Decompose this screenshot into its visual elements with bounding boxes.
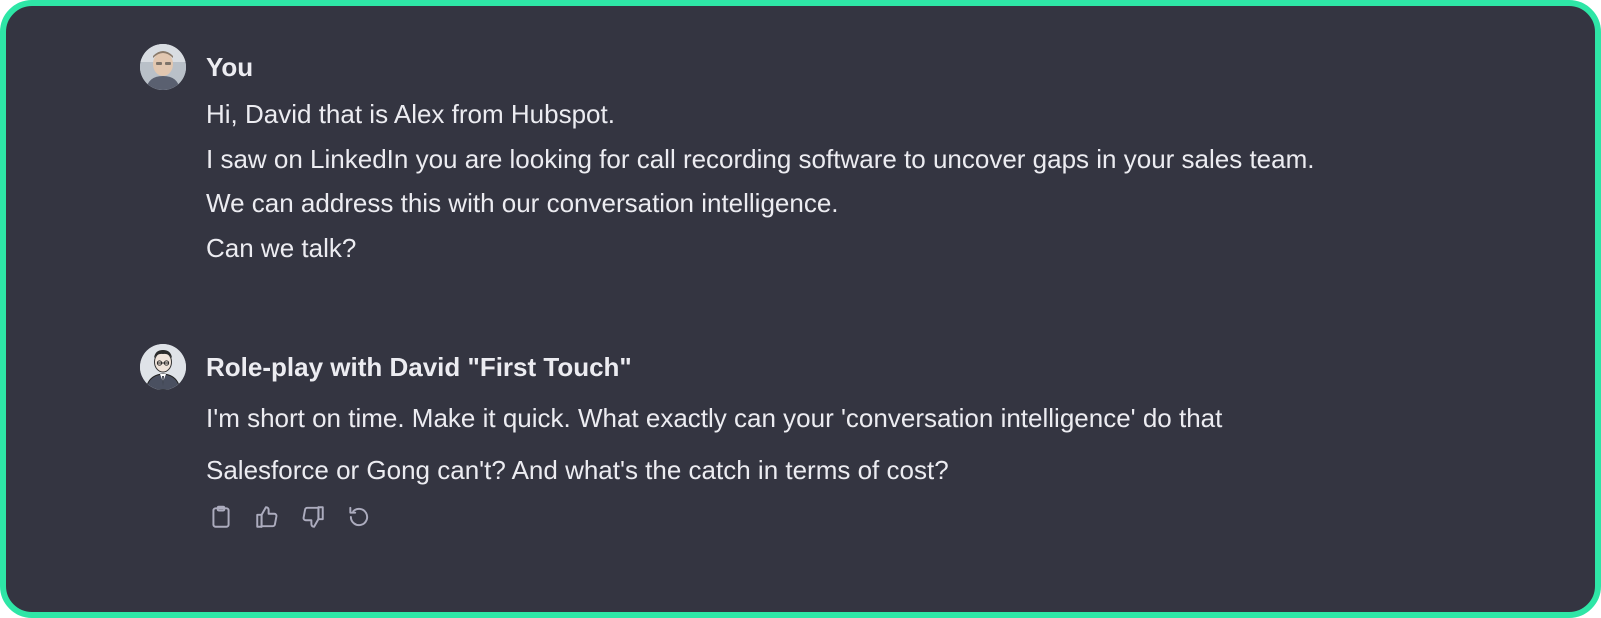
message-author: You: [206, 52, 254, 82]
message-text: I'm short on time. Make it quick. What e…: [206, 392, 1222, 496]
message-text: Hi, David that is Alex from Hubspot. I s…: [206, 92, 1314, 270]
thumbs-up-icon: [256, 506, 278, 528]
regenerate-button[interactable]: [344, 502, 374, 532]
copy-button[interactable]: [206, 502, 236, 532]
message-line: We can address this with our conversatio…: [206, 188, 839, 218]
user-photo-avatar-icon: [140, 44, 186, 90]
thumbs-down-icon: [302, 506, 324, 528]
message-actions: [206, 502, 374, 532]
message-line: I'm short on time. Make it quick. What e…: [206, 403, 1223, 433]
message-line: I saw on LinkedIn you are looking for ca…: [206, 143, 1315, 174]
thumbs-up-button[interactable]: [252, 502, 282, 532]
thumbs-down-button[interactable]: [298, 502, 328, 532]
david-persona-avatar-icon: [140, 344, 186, 390]
assistant-avatar: [140, 344, 186, 390]
message-line: Can we talk?: [206, 232, 357, 263]
regenerate-icon: [349, 506, 369, 527]
chat-window: You Hi, David that is Alex from Hubspot.…: [0, 0, 1601, 618]
clipboard-icon: [212, 505, 230, 528]
message-line: Salesforce or Gong can't? And what's the…: [206, 455, 949, 485]
message-author: Role-play with David "First Touch": [206, 352, 632, 382]
message-line: Hi, David that is Alex from Hubspot.: [206, 99, 615, 129]
user-avatar: [140, 44, 186, 90]
